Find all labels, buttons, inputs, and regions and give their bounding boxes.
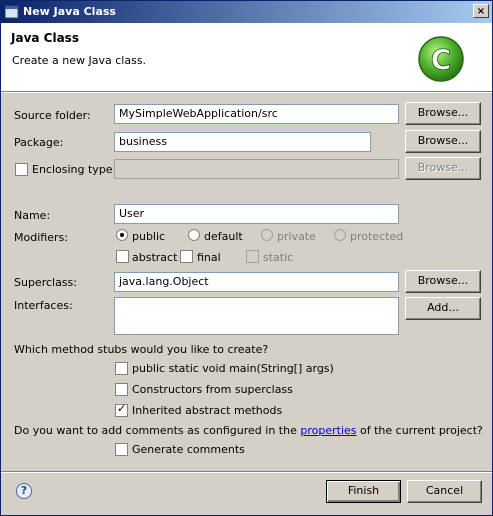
interfaces-label: Interfaces: xyxy=(14,299,73,312)
new-java-class-dialog: New Java Class × Java Class Create a new… xyxy=(0,0,493,516)
enclosing-type-label: Enclosing type: xyxy=(32,163,117,176)
generate-comments-checkbox[interactable] xyxy=(115,443,128,456)
modifier-private-label: private xyxy=(277,230,316,243)
modifier-protected-label: protected xyxy=(350,230,404,243)
comments-question: Do you want to add comments as configure… xyxy=(14,424,483,437)
stub-main-checkbox[interactable] xyxy=(115,362,128,375)
modifier-abstract-checkbox[interactable] xyxy=(116,250,129,263)
modifier-protected-radio[interactable] xyxy=(334,229,346,241)
enclosing-type-browse-button[interactable]: Browse... xyxy=(405,157,481,180)
superclass-field[interactable]: java.lang.Object xyxy=(114,272,399,292)
interfaces-list[interactable] xyxy=(114,297,399,335)
wizard-title: Java Class xyxy=(11,31,79,45)
close-button[interactable]: × xyxy=(473,4,489,18)
modifier-default-label: default xyxy=(204,230,243,243)
modifier-final-label: final xyxy=(197,251,221,264)
superclass-label: Superclass: xyxy=(14,276,77,289)
modifiers-label: Modifiers: xyxy=(14,231,68,244)
title-bar[interactable]: New Java Class × xyxy=(1,1,492,23)
enclosing-type-checkbox[interactable] xyxy=(15,163,28,176)
header-separator xyxy=(1,92,492,93)
modifier-static-label: static xyxy=(263,251,294,264)
java-class-banner-icon: C xyxy=(418,36,464,82)
properties-link[interactable]: properties xyxy=(300,424,356,437)
comments-question-suffix: of the current project? xyxy=(356,424,483,437)
wizard-description: Create a new Java class. xyxy=(12,54,147,67)
modifier-final-checkbox[interactable] xyxy=(180,250,193,263)
stub-main-label: public static void main(String[] args) xyxy=(132,362,334,375)
modifier-public-label: public xyxy=(132,230,166,243)
source-folder-label: Source folder: xyxy=(14,109,91,122)
comments-question-prefix: Do you want to add comments as configure… xyxy=(14,424,301,437)
stub-inherited-label: Inherited abstract methods xyxy=(132,404,283,417)
eclipse-window-icon xyxy=(5,5,19,19)
svg-text:C: C xyxy=(431,43,452,76)
modifier-private-radio[interactable] xyxy=(261,229,273,241)
package-browse-button[interactable]: Browse... xyxy=(405,130,481,153)
interfaces-add-button[interactable]: Add... xyxy=(405,297,481,320)
checkmark-icon: ✓ xyxy=(117,402,127,415)
window-title: New Java Class xyxy=(23,5,116,18)
stub-constructors-label: Constructors from superclass xyxy=(132,383,293,396)
package-field[interactable]: business xyxy=(114,132,371,152)
name-label: Name: xyxy=(14,209,51,222)
package-label: Package: xyxy=(14,136,64,149)
superclass-browse-button[interactable]: Browse... xyxy=(405,270,481,293)
enclosing-type-field[interactable] xyxy=(114,159,399,179)
modifier-abstract-label: abstract xyxy=(132,251,178,264)
modifier-static-checkbox[interactable] xyxy=(246,250,259,263)
stub-inherited-checkbox[interactable]: ✓ xyxy=(115,402,128,417)
modifier-public-radio[interactable] xyxy=(116,229,128,241)
help-icon[interactable]: ? xyxy=(16,483,32,499)
radio-selected-dot xyxy=(120,233,124,237)
modifier-default-radio[interactable] xyxy=(188,229,200,241)
stub-constructors-checkbox[interactable] xyxy=(115,383,128,396)
method-stubs-question: Which method stubs would you like to cre… xyxy=(14,343,269,356)
class-name-field[interactable]: User xyxy=(114,204,399,224)
cancel-button[interactable]: Cancel xyxy=(407,480,482,503)
source-folder-field[interactable]: MySimpleWebApplication/src xyxy=(114,104,399,124)
finish-button[interactable]: Finish xyxy=(326,480,401,503)
close-icon: × xyxy=(476,6,486,17)
wizard-header: Java Class Create a new Java class. C xyxy=(1,23,492,92)
generate-comments-label: Generate comments xyxy=(132,443,245,456)
source-folder-browse-button[interactable]: Browse... xyxy=(405,102,481,125)
footer-separator-highlight xyxy=(1,472,492,473)
